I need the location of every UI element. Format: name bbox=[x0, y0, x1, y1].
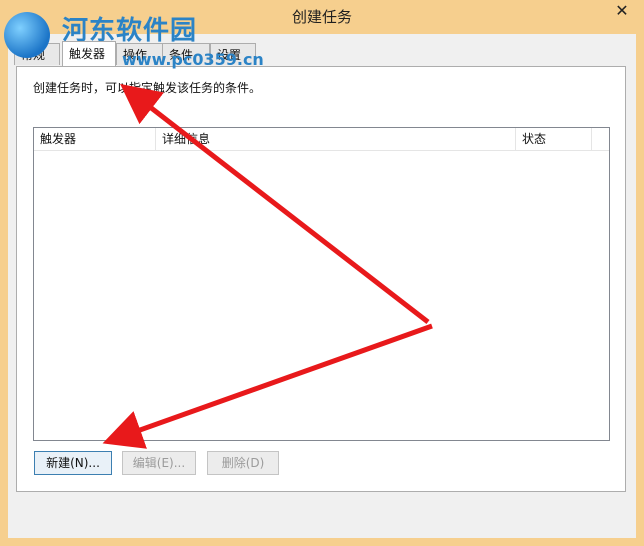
edit-button[interactable]: 编辑(E)... bbox=[122, 451, 196, 475]
column-header-details[interactable]: 详细信息 bbox=[156, 128, 516, 150]
column-header-status[interactable]: 状态 bbox=[516, 128, 592, 150]
tab-triggers[interactable]: 触发器 bbox=[62, 41, 116, 66]
watermark-url: www.pc0359.cn bbox=[122, 50, 264, 69]
list-header: 触发器 详细信息 状态 bbox=[34, 128, 609, 151]
close-button[interactable]: ✕ bbox=[608, 0, 636, 20]
delete-button[interactable]: 删除(D) bbox=[207, 451, 279, 475]
column-header-trigger[interactable]: 触发器 bbox=[34, 128, 156, 150]
triggers-list[interactable]: 触发器 详细信息 状态 bbox=[33, 127, 610, 441]
triggers-panel: 创建任务时，可以指定触发该任务的条件。 触发器 详细信息 状态 新建(N)...… bbox=[16, 66, 626, 492]
watermark-logo-icon bbox=[4, 12, 50, 58]
new-button[interactable]: 新建(N)... bbox=[34, 451, 112, 475]
window-frame: 创建任务 ✕ 常规 触发器 操作 条件 设置 创建任务时，可以指定触发该任务的条… bbox=[0, 0, 644, 546]
triggers-description: 创建任务时，可以指定触发该任务的条件。 bbox=[33, 81, 262, 95]
watermark: 河东软件园 www.pc0359.cn bbox=[4, 10, 264, 76]
